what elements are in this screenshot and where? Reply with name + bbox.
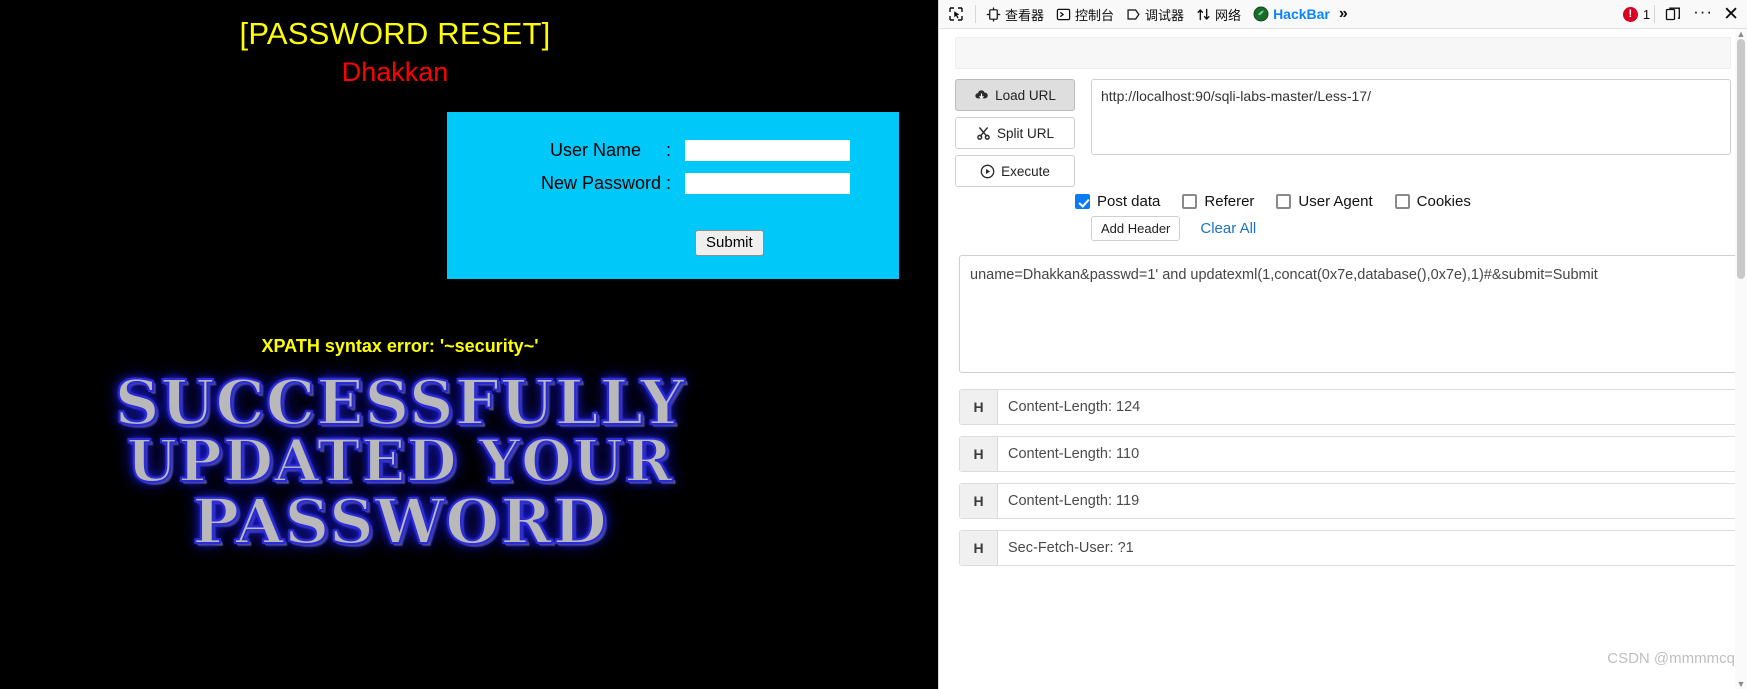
- debugger-icon: [1126, 7, 1141, 22]
- header-value[interactable]: Sec-Fetch-User: ?1: [998, 531, 1738, 565]
- new-password-input[interactable]: [685, 173, 850, 194]
- post-data-label: Post data: [1097, 193, 1161, 210]
- tab-inspector[interactable]: 查看器: [980, 2, 1050, 26]
- header-type-tag: H: [960, 437, 998, 471]
- success-line-1: Successfully: [114, 366, 686, 439]
- header-value[interactable]: Content-Length: 110: [998, 437, 1738, 471]
- hackbar-url-section: Load URL Split URL Execute http://localh…: [939, 69, 1747, 187]
- add-header-button[interactable]: Add Header: [1091, 216, 1181, 241]
- header-value[interactable]: Content-Length: 124: [998, 390, 1738, 424]
- post-data-input[interactable]: [959, 255, 1739, 373]
- hackbar-options-row: Post data Referer User Agent Cookies: [939, 187, 1747, 210]
- toolbar-divider: [975, 5, 976, 23]
- tab-hackbar-label: HackBar: [1273, 6, 1330, 22]
- close-devtools-button[interactable]: ✕: [1719, 2, 1743, 26]
- new-password-label: New Password :: [540, 173, 671, 193]
- scroll-up-arrow[interactable]: ▲: [1736, 29, 1746, 39]
- user-agent-label: User Agent: [1298, 193, 1373, 210]
- scroll-down-arrow[interactable]: ▼: [1736, 679, 1746, 689]
- devtools-menu-button[interactable]: ···: [1687, 2, 1719, 26]
- cloud-download-icon: [974, 88, 989, 103]
- username-label: User Name :: [549, 140, 671, 160]
- referer-label: Referer: [1204, 193, 1255, 210]
- play-icon: [980, 164, 995, 179]
- tab-network[interactable]: 网络: [1190, 2, 1247, 26]
- submit-button[interactable]: Submit: [695, 230, 764, 256]
- dock-panel-icon: [1665, 6, 1681, 22]
- tab-console[interactable]: 控制台: [1050, 2, 1120, 26]
- referer-checkbox[interactable]: [1182, 194, 1198, 209]
- hackbar-header-actions: Add Header Clear All: [939, 210, 1747, 241]
- header-type-tag: H: [960, 484, 998, 518]
- split-url-button[interactable]: Split URL: [955, 117, 1075, 149]
- devtools-scrollbar[interactable]: ▲ ▼: [1735, 29, 1747, 689]
- tab-console-label: 控制台: [1075, 7, 1115, 23]
- tab-inspector-label: 查看器: [1005, 7, 1045, 23]
- header-type-tag: H: [960, 531, 998, 565]
- header-row[interactable]: H Content-Length: 119: [959, 483, 1739, 519]
- tab-debugger-label: 调试器: [1145, 7, 1185, 23]
- header-row[interactable]: H Sec-Fetch-User: ?1: [959, 530, 1739, 566]
- toolbar-overflow-button[interactable]: »: [1336, 5, 1351, 23]
- hackbar-action-buttons: Load URL Split URL Execute: [955, 79, 1075, 187]
- error-count-badge[interactable]: ! 1: [1622, 6, 1651, 22]
- header-row[interactable]: H Content-Length: 110: [959, 436, 1739, 472]
- watermark-text: CSDN @mmmmcq: [1607, 650, 1735, 667]
- success-line-3: Password: [191, 484, 608, 558]
- url-input[interactable]: [1091, 79, 1731, 155]
- option-cookies[interactable]: Cookies: [1394, 193, 1471, 210]
- element-picker-button[interactable]: [943, 2, 969, 26]
- success-banner: Successfully Updated Your Password: [0, 366, 800, 558]
- dock-position-button[interactable]: [1659, 2, 1687, 26]
- option-post-data[interactable]: Post data: [1075, 193, 1160, 210]
- password-reset-form: User Name : New Password : Submit: [447, 112, 899, 279]
- devtools-toolbar: 查看器 控制台 调试器 网络 HackBar » ! 1 ··· ✕: [939, 0, 1747, 29]
- error-count-label: 1: [1642, 6, 1651, 22]
- scissors-icon: [976, 126, 991, 141]
- username-row: User Name :: [447, 140, 899, 161]
- hackbar-top-strip: [955, 37, 1731, 69]
- option-referer[interactable]: Referer: [1182, 193, 1254, 210]
- scrollbar-thumb[interactable]: [1737, 39, 1745, 279]
- tab-network-label: 网络: [1215, 7, 1242, 23]
- load-url-button[interactable]: Load URL: [955, 79, 1075, 111]
- console-icon: [1056, 7, 1071, 22]
- clear-all-link[interactable]: Clear All: [1200, 220, 1256, 237]
- new-password-row: New Password :: [447, 173, 899, 194]
- page-subtitle: Dhakkan: [341, 57, 449, 87]
- hackbar-panel: Load URL Split URL Execute http://localh…: [939, 29, 1747, 689]
- split-url-label: Split URL: [996, 125, 1055, 141]
- option-user-agent[interactable]: User Agent: [1276, 193, 1373, 210]
- post-data-checkbox[interactable]: [1075, 194, 1090, 209]
- header-value[interactable]: Content-Length: 119: [998, 484, 1738, 518]
- element-picker-icon: [948, 6, 964, 22]
- inspector-icon: [986, 6, 1001, 22]
- tab-hackbar[interactable]: HackBar: [1247, 2, 1336, 26]
- browser-page-content: [PASSWORD RESET] Dhakkan User Name : New…: [0, 0, 938, 689]
- execute-label: Execute: [1001, 163, 1050, 179]
- header-type-tag: H: [960, 390, 998, 424]
- toolbar-divider-2: [1654, 5, 1656, 23]
- user-agent-checkbox[interactable]: [1276, 194, 1292, 209]
- cookies-checkbox[interactable]: [1394, 194, 1410, 209]
- username-input[interactable]: [685, 140, 850, 161]
- success-line-2: Updated Your: [126, 427, 674, 496]
- load-url-label: Load URL: [995, 87, 1056, 103]
- hackbar-icon: [1253, 6, 1269, 22]
- xpath-error-message: XPATH syntax error: '~security~': [261, 336, 539, 356]
- header-row[interactable]: H Content-Length: 124: [959, 389, 1739, 425]
- cookies-label: Cookies: [1416, 193, 1471, 210]
- error-icon: !: [1622, 6, 1638, 22]
- tab-debugger[interactable]: 调试器: [1120, 2, 1190, 26]
- execute-button[interactable]: Execute: [955, 155, 1075, 187]
- network-icon: [1196, 7, 1211, 22]
- devtools-panel: 查看器 控制台 调试器 网络 HackBar » ! 1 ··· ✕ Load …: [938, 0, 1747, 689]
- page-title: [PASSWORD RESET]: [239, 16, 551, 51]
